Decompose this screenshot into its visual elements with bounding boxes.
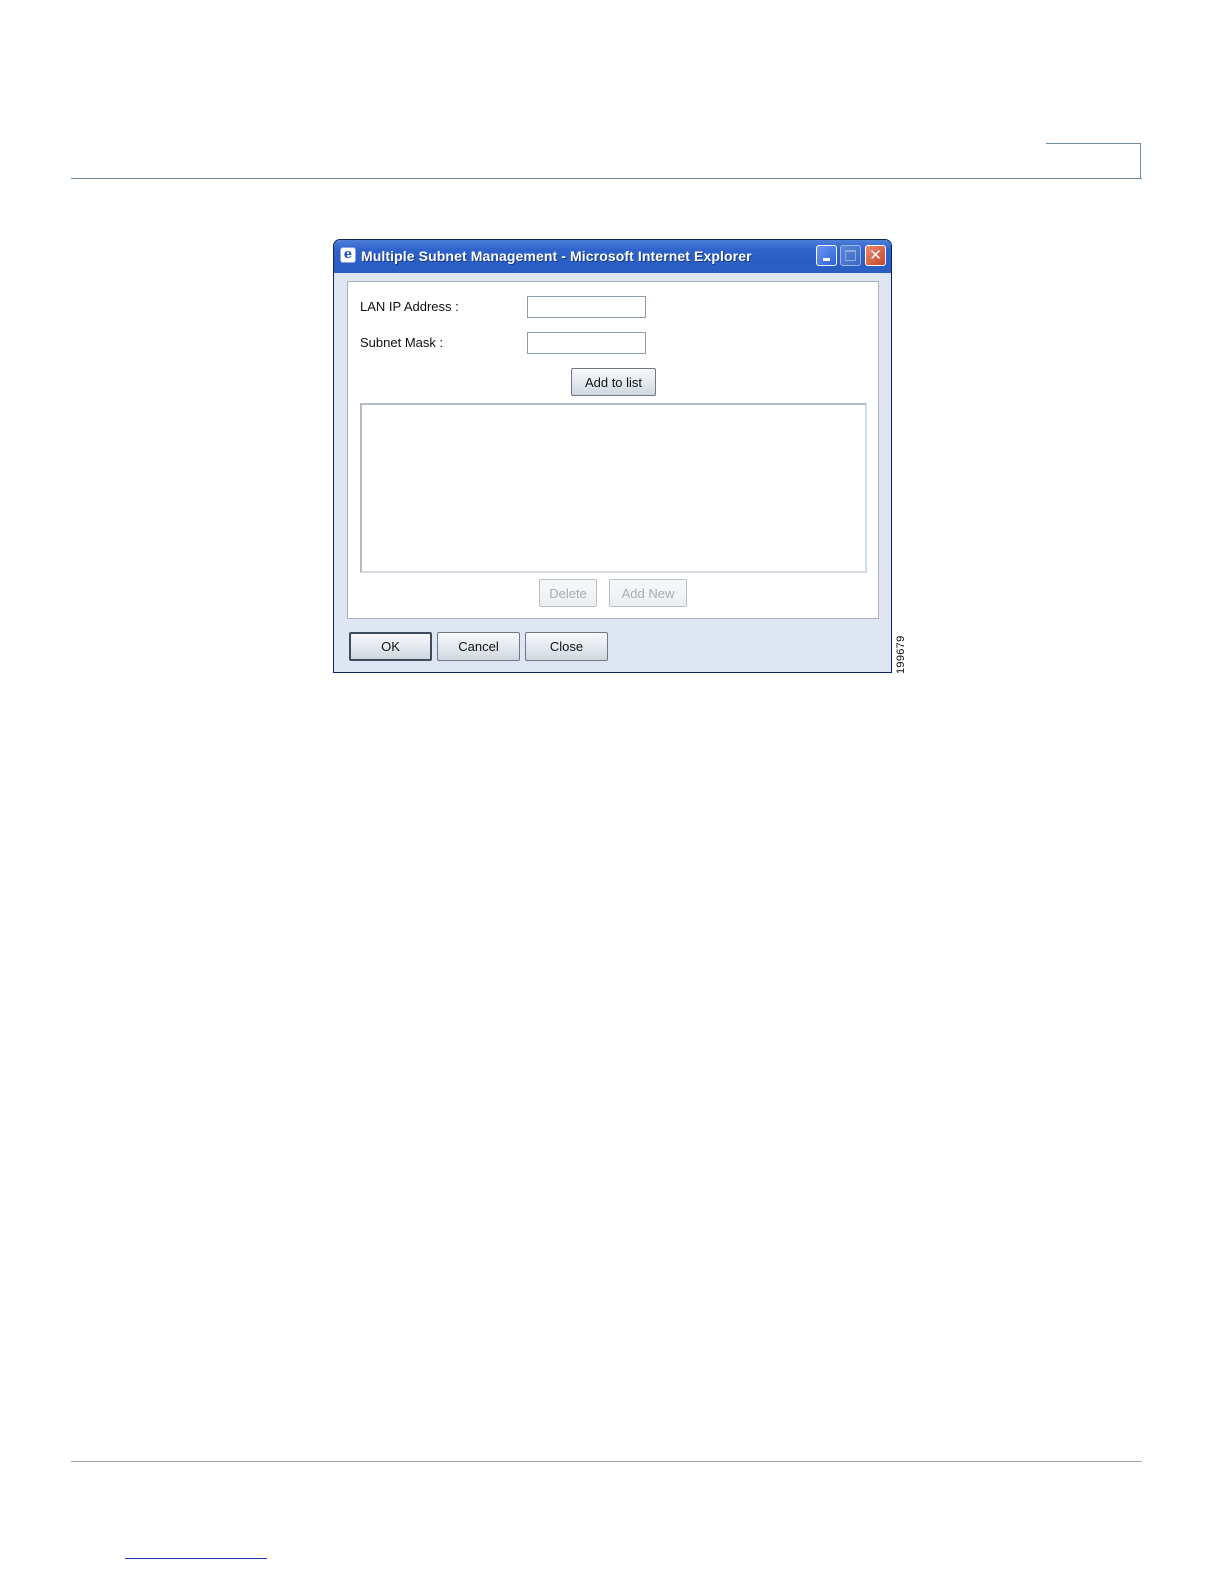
window-titlebar[interactable]: e Multiple Subnet Management - Microsoft… bbox=[334, 240, 891, 273]
subnet-management-window: e Multiple Subnet Management - Microsoft… bbox=[333, 239, 892, 673]
header-tab-frame bbox=[1046, 143, 1141, 178]
add-to-list-button[interactable]: Add to list bbox=[571, 368, 656, 396]
subnet-mask-input[interactable] bbox=[527, 332, 646, 354]
subnet-form-panel: LAN IP Address : Subnet Mask : Add to li… bbox=[347, 281, 879, 619]
figure-number: 199679 bbox=[895, 635, 907, 674]
close-icon: ✕ bbox=[869, 246, 882, 264]
maximize-icon bbox=[845, 250, 856, 261]
delete-button: Delete bbox=[539, 579, 597, 607]
window-title: Multiple Subnet Management - Microsoft I… bbox=[361, 248, 752, 264]
lan-ip-input[interactable] bbox=[527, 296, 646, 318]
ok-button[interactable]: OK bbox=[349, 632, 432, 661]
close-button[interactable]: Close bbox=[525, 632, 608, 661]
cancel-button[interactable]: Cancel bbox=[437, 632, 520, 661]
subnet-mask-label: Subnet Mask : bbox=[360, 335, 444, 350]
header-rule bbox=[71, 178, 1142, 179]
add-new-button: Add New bbox=[609, 579, 687, 607]
minimize-button[interactable] bbox=[816, 245, 837, 266]
maximize-button bbox=[840, 245, 861, 266]
minimize-icon bbox=[823, 258, 830, 261]
footer-rule bbox=[71, 1461, 1142, 1462]
lan-ip-label: LAN IP Address : bbox=[360, 299, 459, 314]
footer-link-underline bbox=[125, 1558, 267, 1559]
ie-icon: e bbox=[340, 247, 356, 263]
subnet-list-box[interactable] bbox=[360, 403, 867, 573]
window-close-button[interactable]: ✕ bbox=[865, 245, 886, 266]
